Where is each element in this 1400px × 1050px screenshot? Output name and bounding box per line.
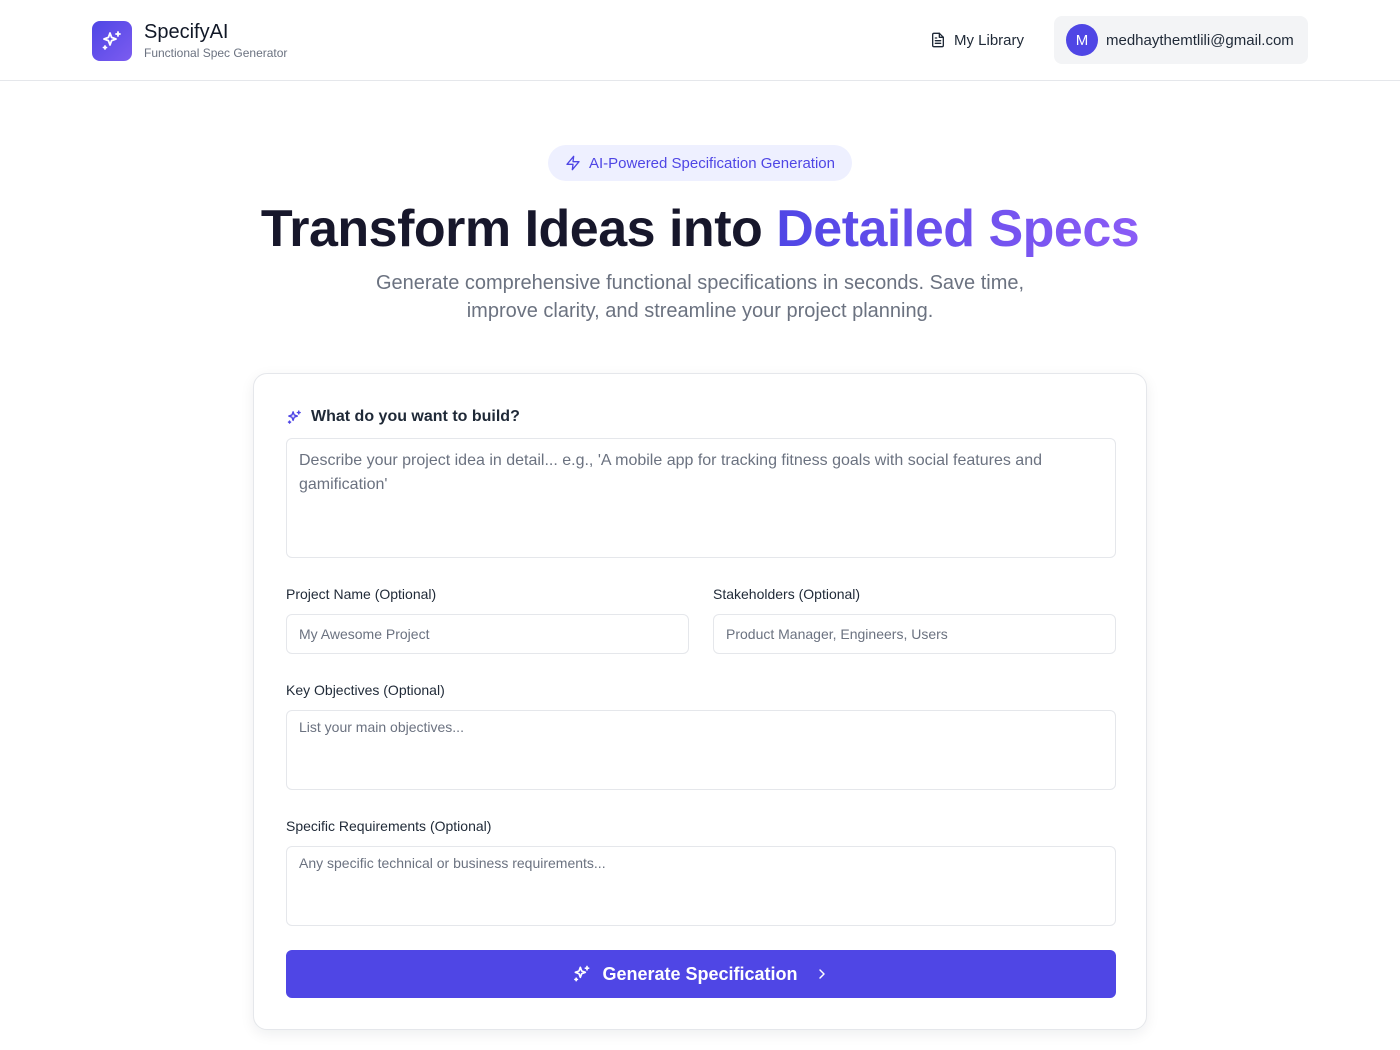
project-name-placeholder: My Awesome Project — [299, 626, 430, 642]
idea-label: What do you want to build? — [286, 408, 520, 426]
feature-badge: AI-Powered Specification Generation — [548, 145, 852, 181]
brand-name: SpecifyAI — [144, 21, 229, 43]
my-library-link[interactable]: My Library — [930, 28, 1024, 52]
project-name-input[interactable]: My Awesome Project — [286, 614, 689, 654]
user-menu[interactable]: M medhaythemtlili@gmail.com — [1054, 16, 1308, 64]
lightning-icon — [566, 155, 580, 171]
stakeholders-input[interactable]: Product Manager, Engineers, Users — [713, 614, 1116, 654]
feature-badge-label: AI-Powered Specification Generation — [589, 154, 835, 172]
objectives-textarea[interactable]: List your main objectives... — [286, 710, 1116, 790]
idea-textarea[interactable]: Describe your project idea in detail... … — [286, 438, 1116, 558]
page-title: Transform Ideas into Detailed Specs — [0, 198, 1400, 260]
stakeholders-label: Stakeholders (Optional) — [713, 586, 861, 602]
requirements-label: Specific Requirements (Optional) — [286, 818, 492, 834]
idea-placeholder: Describe your project idea in detail... … — [299, 452, 1042, 493]
stakeholders-placeholder: Product Manager, Engineers, Users — [726, 626, 948, 642]
requirements-textarea[interactable]: Any specific technical or business requi… — [286, 846, 1116, 926]
objectives-label: Key Objectives (Optional) — [286, 682, 445, 698]
sparkles-icon — [102, 30, 121, 50]
document-icon — [932, 32, 944, 48]
page-title-accent: Detailed Specs — [776, 200, 1140, 258]
project-name-label: Project Name (Optional) — [286, 586, 437, 602]
sparkles-icon — [287, 409, 301, 424]
brand-text: SpecifyAI Functional Spec Generator — [144, 20, 287, 61]
chevron-right-icon — [818, 969, 825, 979]
generate-specification-button[interactable]: Generate Specification — [286, 950, 1116, 998]
brand-logo — [92, 20, 132, 61]
generate-specification-label: Generate Specification — [602, 963, 798, 984]
idea-label-text: What do you want to build? — [311, 408, 520, 425]
brand[interactable]: SpecifyAI Functional Spec Generator — [92, 20, 287, 61]
sparkles-icon — [574, 965, 590, 982]
page-title-main: Transform Ideas into — [260, 200, 777, 258]
spec-form-card: What do you want to build? Describe your… — [253, 373, 1147, 1030]
brand-tagline: Functional Spec Generator — [144, 46, 288, 60]
objectives-placeholder: List your main objectives... — [299, 719, 464, 735]
user-email: medhaythemtlili@gmail.com — [1106, 31, 1294, 49]
avatar: M — [1066, 24, 1098, 56]
requirements-placeholder: Any specific technical or business requi… — [299, 855, 606, 871]
top-header: SpecifyAI Functional Spec Generator My L… — [0, 0, 1400, 81]
my-library-label: My Library — [954, 31, 1025, 49]
page-subtitle: Generate comprehensive functional specif… — [375, 272, 1025, 322]
